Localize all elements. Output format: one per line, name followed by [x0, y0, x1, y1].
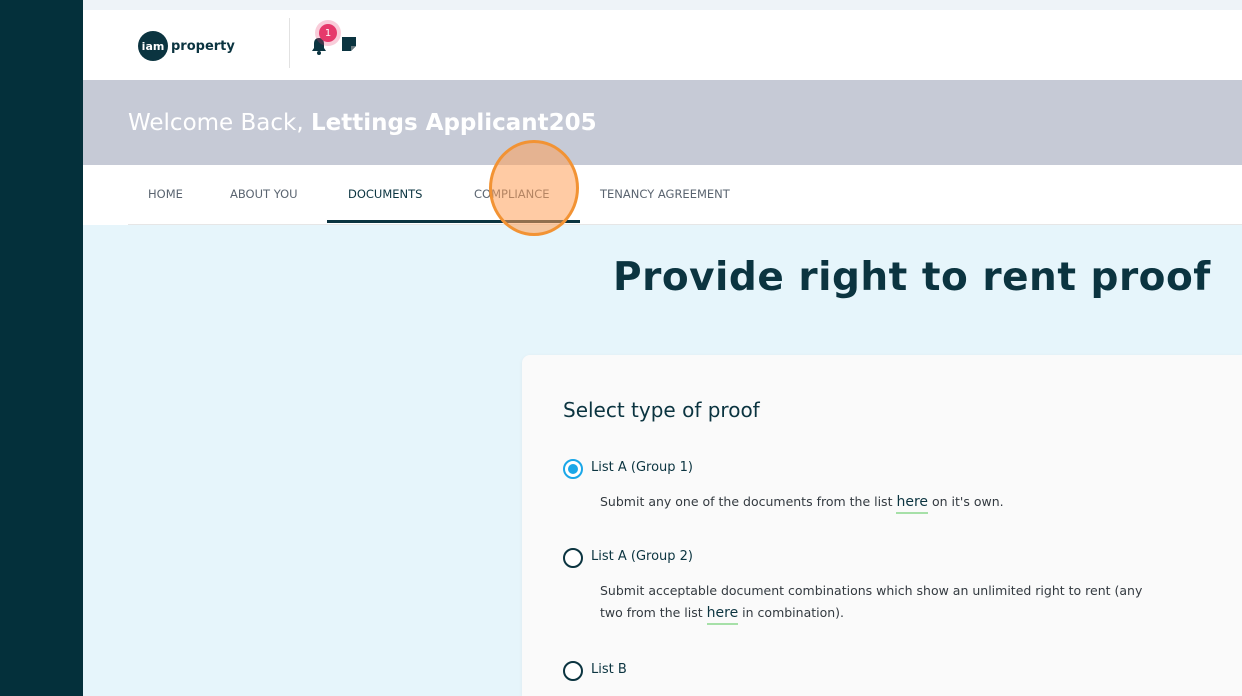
option-label: List B — [591, 662, 627, 677]
logo-mark: iam — [138, 31, 168, 61]
app-header: iam property 1 — [83, 10, 1242, 80]
click-indicator — [489, 140, 579, 236]
card-title: Select type of proof — [563, 398, 760, 422]
option-description: Submit any one of the documents from the… — [600, 491, 1004, 514]
desc-text: two from the list — [600, 605, 707, 620]
desc-text: Submit any one of the documents from the… — [600, 494, 897, 509]
top-strip — [83, 0, 1242, 10]
desc-text: in combination). — [738, 605, 845, 620]
logo-wordmark: property — [171, 38, 235, 54]
tab-tenancy-agreement[interactable]: TENANCY AGREEMENT — [600, 187, 730, 201]
welcome-message: Welcome Back, Lettings Applicant205 — [128, 110, 597, 136]
desc-line: Submit acceptable document combinations … — [600, 583, 1143, 598]
radio-list-a-group-2[interactable] — [563, 548, 583, 568]
page-title: Provide right to rent proof — [613, 255, 1211, 300]
header-divider — [289, 18, 290, 68]
iam-property-logo[interactable]: iam property — [138, 31, 235, 61]
tab-documents[interactable]: DOCUMENTS — [348, 187, 422, 201]
tab-about-you[interactable]: ABOUT YOU — [230, 187, 298, 201]
welcome-prefix: Welcome Back, — [128, 110, 311, 136]
welcome-banner: Welcome Back, Lettings Applicant205 — [83, 80, 1242, 165]
tab-home[interactable]: HOME — [148, 187, 183, 201]
main-nav: HOME ABOUT YOU DOCUMENTS COMPLIANCE TENA… — [83, 165, 1242, 225]
list-link[interactable]: here — [706, 605, 739, 625]
option-label: List A (Group 1) — [591, 460, 694, 475]
radio-list-b[interactable] — [563, 661, 583, 681]
desc-line: two from the list here in combination). — [600, 602, 1142, 625]
radio-list-a-group-1[interactable] — [563, 459, 583, 479]
proof-type-card: Select type of proof List A (Group 1) Su… — [522, 355, 1242, 696]
left-sidebar — [0, 0, 83, 696]
desc-text: on it's own. — [928, 494, 1004, 509]
main-content: Provide right to rent proof Select type … — [83, 225, 1242, 696]
notes-icon[interactable] — [342, 37, 356, 51]
list-link[interactable]: here — [896, 494, 929, 514]
option-description: Submit acceptable document combinations … — [600, 580, 1143, 625]
option-label: List A (Group 2) — [591, 549, 694, 564]
user-name: Lettings Applicant205 — [310, 110, 597, 136]
notification-badge: 1 — [319, 24, 337, 42]
